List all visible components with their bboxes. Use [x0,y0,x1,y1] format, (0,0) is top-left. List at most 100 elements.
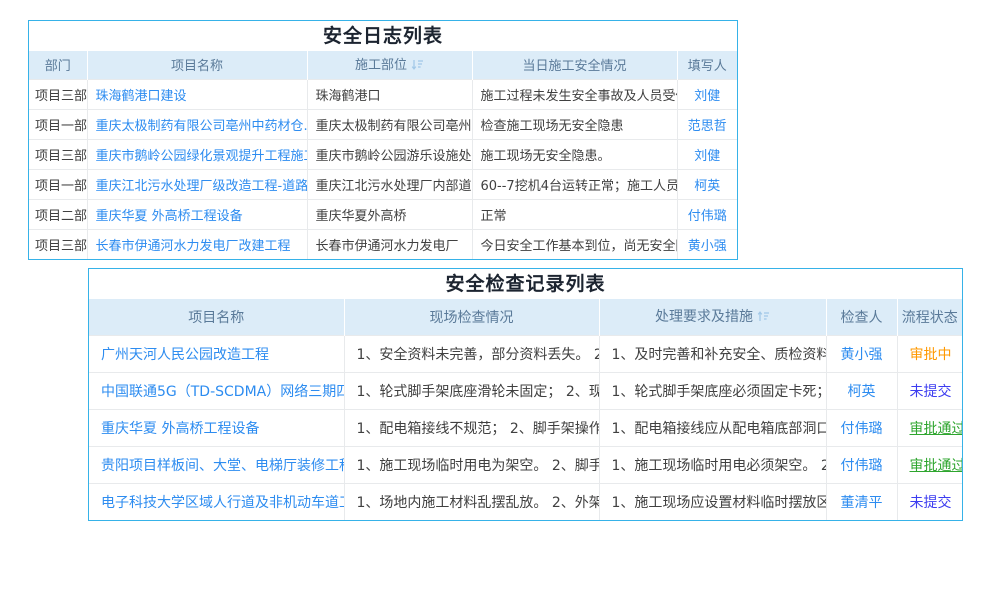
project-name-link[interactable]: 重庆市鹅岭公园绿化景观提升工程施工 [96,149,308,164]
inspector-link[interactable]: 付伟璐 [841,421,883,437]
project-cell: 贵阳项目样板间、大堂、电梯厅装修工程 [89,446,344,483]
status-cell: 未提交 [897,372,962,409]
insp-col-flow-status: 流程状态 [897,299,962,335]
writer-link[interactable]: 刘健 [694,149,720,164]
inspector-cell: 柯英 [826,372,897,409]
construction-part-cell: 珠海鹤港口 [307,79,472,109]
construction-part-cell: 重庆市鹅岭公园游乐设施处 [307,139,472,169]
status-cell: 未提交 [897,483,962,520]
project-name-link[interactable]: 重庆华夏 外高桥工程设备 [96,209,243,224]
safety-inspection-table: 项目名称 现场检查情况 处理要求及措施 检查人 流程状态 广州天河人民公园改造工… [89,299,962,520]
writer-cell: 范思哲 [677,109,737,139]
table-row: 项目二部 重庆华夏 外高桥工程设备 重庆华夏外高桥 正常 付伟璐 [29,199,737,229]
writer-link[interactable]: 柯英 [694,179,720,194]
writer-cell: 刘健 [677,139,737,169]
project-name-link[interactable]: 重庆江北污水处理厂级改造工程-道路... [96,179,308,194]
measures-cell: 1、配电箱接线应从配电箱底部洞口... [599,409,826,446]
insp-col-inspector: 检查人 [826,299,897,335]
insp-col-measures[interactable]: 处理要求及措施 [599,299,826,335]
log-col-writer: 填写人 [677,51,737,79]
department-cell: 项目一部 [29,109,87,139]
table-row: 重庆华夏 外高桥工程设备 1、配电箱接线不规范； 2、脚手架操作... 1、配电… [89,409,962,446]
writer-link[interactable]: 范思哲 [688,119,727,134]
safety-log-panel: 安全日志列表 部门 项目名称 施工部位 当日施工安全情况 填写人 项目三部 珠海… [28,20,738,260]
safety-situation-cell: 正常 [472,199,677,229]
safety-log-table: 部门 项目名称 施工部位 当日施工安全情况 填写人 项目三部 珠海鹤港口建设 珠… [29,51,737,259]
department-cell: 项目三部 [29,79,87,109]
status-badge: 审批中 [910,347,952,363]
safety-situation-cell: 检查施工现场无安全隐患 [472,109,677,139]
inspector-link[interactable]: 柯英 [848,384,876,400]
inspector-link[interactable]: 黄小强 [841,347,883,363]
log-col-department: 部门 [29,51,87,79]
writer-link[interactable]: 付伟璐 [688,209,727,224]
department-cell: 项目二部 [29,199,87,229]
department-cell: 项目三部 [29,229,87,259]
log-col-daily-safety: 当日施工安全情况 [472,51,677,79]
inspector-cell: 付伟璐 [826,446,897,483]
construction-part-cell: 重庆江北污水处理厂内部道路 [307,169,472,199]
table-row: 贵阳项目样板间、大堂、电梯厅装修工程 1、施工现场临时用电为架空。 2、脚手..… [89,446,962,483]
inspector-link[interactable]: 付伟璐 [841,458,883,474]
project-cell: 重庆市鹅岭公园绿化景观提升工程施工 [87,139,307,169]
safety-situation-cell: 今日安全工作基本到位，尚无安全隐患... [472,229,677,259]
writer-link[interactable]: 刘健 [694,89,720,104]
project-name-link[interactable]: 重庆太极制药有限公司亳州中药材仓... [96,119,308,134]
log-col-construction-part-label: 施工部位 [355,58,407,73]
measures-cell: 1、及时完善和补充安全、质检资料... [599,335,826,372]
project-name-link[interactable]: 长春市伊通河水力发电厂改建工程 [96,239,291,254]
writer-cell: 黄小强 [677,229,737,259]
project-name-link[interactable]: 珠海鹤港口建设 [96,89,187,104]
log-col-construction-part[interactable]: 施工部位 [307,51,472,79]
writer-cell: 柯英 [677,169,737,199]
writer-cell: 刘健 [677,79,737,109]
writer-link[interactable]: 黄小强 [688,239,727,254]
safety-situation-cell: 施工现场无安全隐患。 [472,139,677,169]
insp-col-measures-label: 处理要求及措施 [655,309,753,325]
status-cell: 审批通过 [897,409,962,446]
status-cell: 审批通过 [897,446,962,483]
inspector-cell: 董清平 [826,483,897,520]
status-badge: 未提交 [910,384,952,400]
project-cell: 珠海鹤港口建设 [87,79,307,109]
table-row: 项目三部 长春市伊通河水力发电厂改建工程 长春市伊通河水力发电厂 今日安全工作基… [29,229,737,259]
log-header-row: 部门 项目名称 施工部位 当日施工安全情况 填写人 [29,51,737,79]
table-row: 项目一部 重庆江北污水处理厂级改造工程-道路... 重庆江北污水处理厂内部道路 … [29,169,737,199]
department-cell: 项目一部 [29,169,87,199]
project-name-link[interactable]: 电子科技大学区域人行道及非机动车道工... [101,495,344,511]
sort-icon[interactable] [757,310,770,327]
project-cell: 重庆太极制药有限公司亳州中药材仓... [87,109,307,139]
project-name-link[interactable]: 重庆华夏 外高桥工程设备 [101,421,259,437]
status-badge: 审批通过 [910,421,963,437]
project-cell: 广州天河人民公园改造工程 [89,335,344,372]
project-cell: 重庆江北污水处理厂级改造工程-道路... [87,169,307,199]
sort-icon[interactable] [411,58,424,75]
measures-cell: 1、轮式脚手架底座必须固定卡死； ... [599,372,826,409]
site-check-cell: 1、配电箱接线不规范； 2、脚手架操作... [344,409,599,446]
table-row: 电子科技大学区域人行道及非机动车道工... 1、场地内施工材料乱摆乱放。 2、外… [89,483,962,520]
site-check-cell: 1、安全资料未完善，部分资料丢失。 2... [344,335,599,372]
project-cell: 重庆华夏 外高桥工程设备 [87,199,307,229]
status-cell: 审批中 [897,335,962,372]
inspector-cell: 付伟璐 [826,409,897,446]
insp-col-project-name: 项目名称 [89,299,344,335]
site-check-cell: 1、施工现场临时用电为架空。 2、脚手... [344,446,599,483]
measures-cell: 1、施工现场应设置材料临时摆放区... [599,483,826,520]
construction-part-cell: 重庆太极制药有限公司亳州... [307,109,472,139]
project-name-link[interactable]: 广州天河人民公园改造工程 [101,347,269,363]
table-row: 项目一部 重庆太极制药有限公司亳州中药材仓... 重庆太极制药有限公司亳州...… [29,109,737,139]
department-cell: 项目三部 [29,139,87,169]
inspector-link[interactable]: 董清平 [841,495,883,511]
construction-part-cell: 长春市伊通河水力发电厂 [307,229,472,259]
writer-cell: 付伟璐 [677,199,737,229]
site-check-cell: 1、场地内施工材料乱摆乱放。 2、外架... [344,483,599,520]
construction-part-cell: 重庆华夏外高桥 [307,199,472,229]
project-name-link[interactable]: 中国联通5G（TD-SCDMA）网络三期四... [101,384,344,400]
safety-log-title: 安全日志列表 [29,21,737,51]
table-row: 中国联通5G（TD-SCDMA）网络三期四... 1、轮式脚手架底座滑轮未固定；… [89,372,962,409]
project-name-link[interactable]: 贵阳项目样板间、大堂、电梯厅装修工程 [101,458,344,474]
table-row: 项目三部 珠海鹤港口建设 珠海鹤港口 施工过程未发生安全事故及人员受伤情况 刘健 [29,79,737,109]
log-col-project-name: 项目名称 [87,51,307,79]
project-cell: 重庆华夏 外高桥工程设备 [89,409,344,446]
safety-situation-cell: 60--7挖机4台运转正常；施工人员无违... [472,169,677,199]
